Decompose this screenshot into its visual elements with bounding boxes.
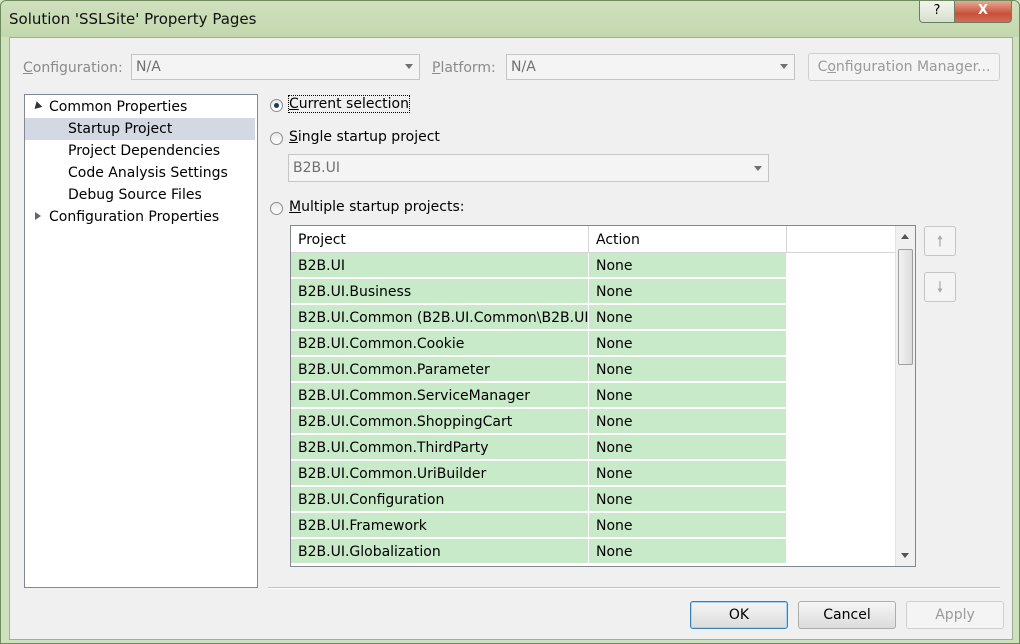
scroll-thumb[interactable] — [898, 249, 913, 365]
radio-dot — [274, 103, 279, 108]
title-bar: Solution 'SSLSite' Property Pages ? X — [1, 1, 1019, 37]
table-row[interactable]: B2B.UI.Common.ServiceManager None — [291, 383, 787, 409]
table-row[interactable]: B2B.UI.Configuration None — [291, 487, 787, 513]
property-tree: Common Properties Startup Project Projec… — [24, 94, 258, 588]
action-cell[interactable]: None — [589, 487, 787, 512]
grid-vertical-scrollbar[interactable] — [895, 226, 915, 566]
column-header-project[interactable]: Project — [291, 226, 589, 252]
project-cell: B2B.UI.Common.Parameter — [291, 357, 589, 382]
single-startup-value: B2B.UI — [293, 160, 340, 176]
table-row[interactable]: B2B.UI.Business None — [291, 279, 787, 305]
platform-value: N/A — [511, 59, 536, 75]
table-row[interactable]: B2B.UI.Framework None — [291, 513, 787, 539]
project-cell: B2B.UI — [291, 253, 589, 278]
platform-label: Platform: — [432, 60, 496, 76]
project-cell: B2B.UI.Configuration — [291, 487, 589, 512]
configuration-manager-button[interactable]: Configuration Manager... — [808, 53, 1000, 81]
action-cell[interactable]: None — [589, 279, 787, 304]
project-cell: B2B.UI.Business — [291, 279, 589, 304]
startup-projects-grid: Project Action B2B.UI None B2B.UI.Business… — [290, 225, 916, 567]
column-header-action[interactable]: Action — [589, 226, 787, 252]
chevron-down-icon — [405, 64, 413, 69]
table-row[interactable]: B2B.UI.Globalization None — [291, 539, 787, 565]
action-cell[interactable]: None — [589, 539, 787, 564]
ok-button[interactable]: OK — [690, 601, 788, 629]
table-row[interactable]: B2B.UI.Common.UriBuilder None — [291, 461, 787, 487]
collapsed-arrow-icon[interactable] — [35, 212, 41, 220]
table-row[interactable]: B2B.UI.Common (B2B.UI.Common\B2B.UI.... N… — [291, 305, 787, 331]
project-cell: B2B.UI.Framework — [291, 513, 589, 538]
project-cell: B2B.UI.Common.ShoppingCart — [291, 409, 589, 434]
current-selection-radio[interactable] — [270, 99, 283, 112]
configuration-label-text: onfiguration: — [32, 60, 123, 76]
dialog-body: Configuration: N/A Platform: N/A Configu… — [9, 37, 1013, 640]
scroll-down-icon[interactable] — [901, 553, 909, 558]
close-button[interactable]: X — [954, 1, 1012, 23]
configuration-label: Configuration: — [23, 60, 123, 76]
single-startup-combo[interactable]: B2B.UI — [288, 154, 769, 182]
tree-item-project-dependencies[interactable]: Project Dependencies — [68, 140, 220, 162]
footer-separator — [268, 587, 1000, 589]
tree-item-label: Startup Project — [68, 121, 173, 137]
project-cell: B2B.UI.Common.ServiceManager — [291, 383, 589, 408]
action-cell[interactable]: None — [589, 409, 787, 434]
table-row[interactable]: B2B.UI.Common.Cookie None — [291, 331, 787, 357]
grid-header: Project Action — [291, 226, 895, 253]
project-cell: B2B.UI.Common.ThirdParty — [291, 435, 589, 460]
table-row[interactable]: B2B.UI.Common.ThirdParty None — [291, 435, 787, 461]
expanded-arrow-icon[interactable] — [31, 101, 43, 112]
close-icon: X — [977, 3, 989, 18]
action-cell[interactable]: None — [589, 435, 787, 460]
table-row[interactable]: B2B.UI.Common.Parameter None — [291, 357, 787, 383]
project-cell: B2B.UI.Common.Cookie — [291, 331, 589, 356]
tree-item-startup-project[interactable]: Startup Project — [25, 118, 255, 140]
window-title: Solution 'SSLSite' Property Pages — [9, 10, 257, 28]
move-up-button[interactable]: 🠕 — [924, 226, 956, 256]
scroll-up-icon[interactable] — [901, 234, 909, 239]
single-startup-label[interactable]: Single startup project — [289, 129, 440, 145]
multiple-startup-radio[interactable] — [270, 202, 283, 215]
arrow-up-icon: 🠕 — [936, 232, 944, 250]
current-selection-label[interactable]: Current selection — [288, 95, 410, 113]
action-cell[interactable]: None — [589, 357, 787, 382]
action-cell[interactable]: None — [589, 331, 787, 356]
tree-item-common-properties[interactable]: Common Properties — [49, 96, 187, 118]
chevron-down-icon — [754, 166, 762, 171]
help-button[interactable]: ? — [919, 1, 955, 23]
action-cell[interactable]: None — [589, 253, 787, 278]
table-row[interactable]: B2B.UI.Common.ShoppingCart None — [291, 409, 787, 435]
project-cell: B2B.UI.Globalization — [291, 539, 589, 564]
project-cell: B2B.UI.Common (B2B.UI.Common\B2B.UI.... — [291, 305, 589, 330]
multiple-startup-label[interactable]: Multiple startup projects: — [289, 199, 465, 215]
action-cell[interactable]: None — [589, 461, 787, 486]
action-cell[interactable]: None — [589, 305, 787, 330]
platform-combo[interactable]: N/A — [506, 54, 795, 80]
tree-item-code-analysis[interactable]: Code Analysis Settings — [68, 162, 228, 184]
arrow-down-icon: 🠗 — [936, 278, 944, 296]
move-down-button[interactable]: 🠗 — [924, 272, 956, 302]
apply-button[interactable]: Apply — [906, 601, 1004, 629]
action-cell[interactable]: None — [589, 513, 787, 538]
action-cell[interactable]: None — [589, 383, 787, 408]
tree-item-debug-source[interactable]: Debug Source Files — [68, 184, 202, 206]
configuration-combo[interactable]: N/A — [131, 54, 420, 80]
configuration-value: N/A — [136, 59, 161, 75]
single-startup-radio[interactable] — [270, 132, 283, 145]
property-pages-window: Solution 'SSLSite' Property Pages ? X Co… — [0, 0, 1020, 644]
tree-item-configuration-properties[interactable]: Configuration Properties — [49, 206, 219, 228]
project-cell: B2B.UI.Common.UriBuilder — [291, 461, 589, 486]
cancel-button[interactable]: Cancel — [798, 601, 896, 629]
chevron-down-icon — [780, 64, 788, 69]
help-icon: ? — [933, 3, 941, 18]
table-row[interactable]: B2B.UI None — [291, 253, 787, 279]
